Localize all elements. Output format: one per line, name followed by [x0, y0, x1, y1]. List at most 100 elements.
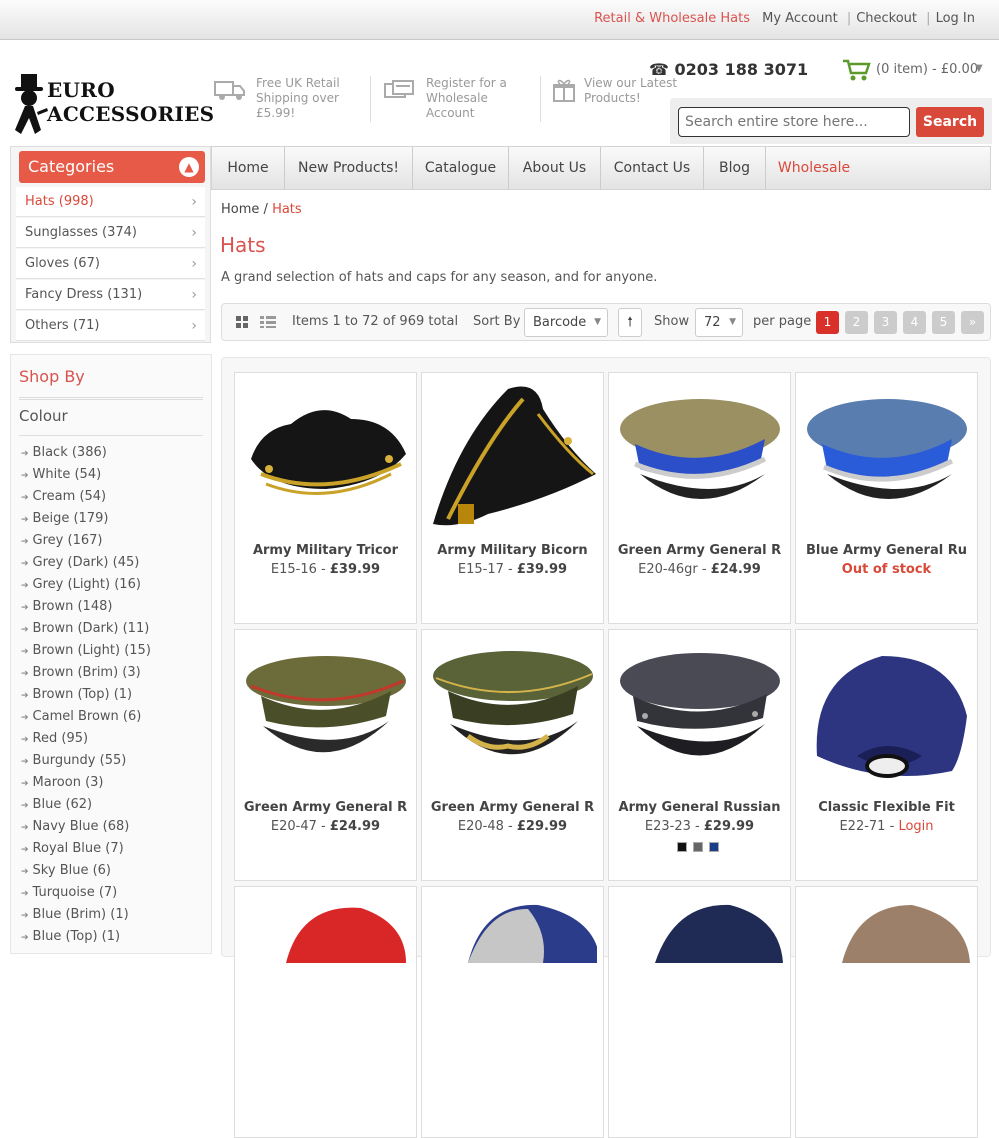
search-button[interactable]: Search — [916, 107, 984, 137]
colour-filter-item[interactable]: ➔ Grey (Light) (16) — [21, 577, 141, 592]
product-name[interactable]: Army Military Bicorn — [422, 543, 603, 558]
colour-filter-item[interactable]: ➔ Beige (179) — [21, 511, 108, 526]
product-image[interactable] — [241, 379, 410, 539]
page-4[interactable]: 4 — [903, 311, 926, 334]
colour-filter-item[interactable]: ➔ White (54) — [21, 467, 101, 482]
category-item-fancy-dress[interactable]: Fancy Dress (131) › — [16, 280, 205, 310]
checkout-link[interactable]: Checkout — [856, 11, 917, 26]
category-item-sunglasses[interactable]: Sunglasses (374) › — [16, 218, 205, 248]
my-account-link[interactable]: My Account — [762, 11, 838, 26]
colour-filter-item[interactable]: ➔ Blue (Top) (1) — [21, 929, 120, 944]
sort-direction-button[interactable]: 🠕 — [618, 308, 642, 337]
nav-contact-us[interactable]: Contact Us — [601, 147, 704, 189]
colour-filter-item[interactable]: ➔ Brown (Top) (1) — [21, 687, 132, 702]
product-image[interactable] — [615, 893, 784, 1053]
product-name[interactable]: Green Army General R — [609, 543, 790, 558]
chevron-up-icon[interactable]: ▲ — [179, 157, 199, 177]
product-image[interactable] — [241, 893, 410, 1053]
product-image[interactable] — [428, 636, 597, 796]
product-name[interactable]: Classic Flexible Fit — [796, 800, 977, 815]
show-select[interactable]: 72 ▼ — [695, 308, 743, 337]
colour-filter-item[interactable]: ➔ Brown (Light) (15) — [21, 643, 151, 658]
nav-new-products[interactable]: New Products! — [285, 147, 413, 189]
colour-filter-item[interactable]: ➔ Black (386) — [21, 445, 107, 460]
colour-filter-item[interactable]: ➔ Camel Brown (6) — [21, 709, 141, 724]
product-code: E23-23 — [644, 819, 691, 834]
product-card[interactable] — [421, 886, 604, 1138]
product-image[interactable] — [428, 379, 597, 539]
product-image[interactable] — [615, 379, 784, 539]
page-2[interactable]: 2 — [845, 311, 868, 334]
product-card[interactable] — [234, 886, 417, 1138]
product-image[interactable] — [241, 636, 410, 796]
list-view-icon[interactable] — [260, 316, 276, 328]
product-name[interactable]: Green Army General R — [235, 800, 416, 815]
breadcrumb-home[interactable]: Home — [221, 202, 259, 217]
product-price: E20-46gr - £24.99 — [638, 562, 761, 577]
product-card[interactable]: Blue Army General Ru Out of stock — [795, 372, 978, 624]
colour-filter-item[interactable]: ➔ Burgundy (55) — [21, 753, 126, 768]
nav-wholesale[interactable]: Wholesale — [766, 147, 862, 189]
colour-filter-item[interactable]: ➔ Blue (Brim) (1) — [21, 907, 129, 922]
product-image[interactable] — [428, 893, 597, 1053]
product-card[interactable]: Green Army General R E20-48 - £29.99 — [421, 629, 604, 881]
product-image[interactable] — [802, 893, 971, 1053]
product-name[interactable]: Army General Russian — [609, 800, 790, 815]
arrow-right-icon: ➔ — [21, 735, 29, 745]
product-name[interactable]: Green Army General R — [422, 800, 603, 815]
colour-filter-label: Brown (Light) (15) — [32, 643, 151, 658]
product-card[interactable]: Army Military Bicorn E15-17 - £39.99 — [421, 372, 604, 624]
colour-filter-item[interactable]: ➔ Red (95) — [21, 731, 88, 746]
login-to-view-price-link[interactable]: Login — [898, 819, 933, 834]
product-card[interactable]: Green Army General R E20-47 - £24.99 — [234, 629, 417, 881]
product-name[interactable]: Army Military Tricor — [235, 543, 416, 558]
page-3[interactable]: 3 — [874, 311, 897, 334]
nav-about-us[interactable]: About Us — [509, 147, 601, 189]
product-card[interactable]: Army Military Tricor E15-16 - £39.99 — [234, 372, 417, 624]
search-input[interactable] — [678, 107, 910, 137]
colour-swatch-blue[interactable] — [709, 842, 719, 852]
colour-filter-item[interactable]: ➔ Cream (54) — [21, 489, 106, 504]
colour-filter-item[interactable]: ➔ Grey (Dark) (45) — [21, 555, 139, 570]
page-1[interactable]: 1 — [816, 311, 839, 334]
nav-blog[interactable]: Blog — [704, 147, 766, 189]
colour-filter-item[interactable]: ➔ Brown (Brim) (3) — [21, 665, 141, 680]
product-name[interactable]: Blue Army General Ru — [796, 543, 977, 558]
product-card[interactable]: Army General Russian E23-23 - £29.99 — [608, 629, 791, 881]
colour-filter-item[interactable]: ➔ Navy Blue (68) — [21, 819, 129, 834]
product-image[interactable] — [802, 379, 971, 539]
cart-summary[interactable]: (0 item) - £0.00 ▼ — [842, 58, 992, 84]
logo[interactable]: EURO ACCESSORIES — [11, 72, 214, 136]
colour-swatch-black[interactable] — [677, 842, 687, 852]
colour-filter-item[interactable]: ➔ Brown (148) — [21, 599, 112, 614]
category-item-gloves[interactable]: Gloves (67) › — [16, 249, 205, 279]
category-item-hats[interactable]: Hats (998) › — [16, 187, 205, 217]
product-card[interactable] — [608, 886, 791, 1138]
colour-filter-item[interactable]: ➔ Turquoise (7) — [21, 885, 117, 900]
shop-by-title: Shop By — [19, 367, 85, 386]
login-link[interactable]: Log In — [936, 11, 975, 26]
colour-filter-item[interactable]: ➔ Brown (Dark) (11) — [21, 621, 149, 636]
nav-home[interactable]: Home — [212, 147, 285, 189]
product-card[interactable]: Green Army General R E20-46gr - £24.99 — [608, 372, 791, 624]
colour-filter-item[interactable]: ➔ Maroon (3) — [21, 775, 103, 790]
product-image[interactable] — [615, 636, 784, 796]
nav-catalogue[interactable]: Catalogue — [413, 147, 509, 189]
grid-view-icon[interactable] — [236, 316, 248, 328]
retail-wholesale-link[interactable]: Retail & Wholesale Hats — [594, 11, 750, 26]
next-page-button[interactable]: » — [961, 311, 984, 334]
page-5[interactable]: 5 — [932, 311, 955, 334]
colour-filter-item[interactable]: ➔ Sky Blue (6) — [21, 863, 111, 878]
arrow-right-icon: ➔ — [21, 911, 29, 921]
colour-filter-item[interactable]: ➔ Blue (62) — [21, 797, 92, 812]
sort-select[interactable]: Barcode ▼ — [524, 308, 608, 337]
category-item-others[interactable]: Others (71) › — [16, 311, 205, 341]
product-card[interactable] — [795, 886, 978, 1138]
colour-swatch-grey[interactable] — [693, 842, 703, 852]
colour-filter-label: Cream (54) — [32, 489, 107, 504]
colour-filter-item[interactable]: ➔ Grey (167) — [21, 533, 102, 548]
product-image[interactable] — [802, 636, 971, 796]
product-card[interactable]: Classic Flexible Fit E22-71 - Login — [795, 629, 978, 881]
colour-filter-item[interactable]: ➔ Royal Blue (7) — [21, 841, 124, 856]
categories-header[interactable]: Categories ▲ — [19, 151, 205, 183]
